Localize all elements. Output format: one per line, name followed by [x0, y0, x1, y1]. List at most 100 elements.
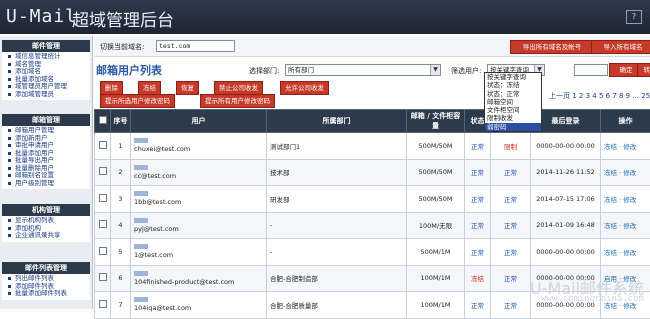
cell-ops[interactable]: 冻结 · 修改	[601, 239, 650, 266]
cell-user: chuxei@test.com	[131, 133, 267, 160]
user-email: pyj@test.com	[134, 225, 179, 233]
cell-dept: 技术部	[267, 159, 407, 186]
cell-limit[interactable]: 正常	[491, 212, 531, 239]
row-checkbox[interactable]	[95, 292, 111, 319]
cell-quota: 100M/1M	[407, 265, 465, 292]
table-row: 4pyj@test.com-100M/无限正常正常2014-01-09 16:4…	[95, 212, 650, 239]
notify-all-pwd-button[interactable]: 提示所有用户修改密码	[200, 94, 275, 108]
cell-dept: 合肥-合肥制造部	[267, 265, 407, 292]
sidebar-item[interactable]: 添加域管理员	[2, 91, 90, 99]
cell-user: 104iqa@test.com	[131, 292, 267, 319]
cell-quota: 500M/50M	[407, 133, 465, 160]
dropdown-option-highlighted[interactable]: 弱密码	[485, 123, 541, 131]
avatar-blur	[134, 218, 148, 223]
import-domains-button[interactable]: 导入所有域名	[591, 40, 650, 54]
cell-ops[interactable]: 冻结 · 修改	[601, 186, 650, 213]
cell-status[interactable]: 正常	[465, 133, 491, 160]
cell-ops[interactable]: 冻结 · 修改	[601, 212, 650, 239]
cell-dept: 合肥-合肥质量部	[267, 292, 407, 319]
cell-no: 2	[111, 159, 131, 186]
sidebar-item[interactable]: 企业通讯录共享	[2, 232, 90, 240]
cell-no: 4	[111, 212, 131, 239]
dropdown-option[interactable]: 限制收发	[485, 114, 541, 122]
dropdown-option[interactable]: 邮箱空间	[485, 98, 541, 106]
col-dept: 所属部门	[267, 110, 407, 133]
cell-status[interactable]: 冻结	[465, 265, 491, 292]
cell-status[interactable]: 正常	[465, 186, 491, 213]
dept-select[interactable]: 所有部门▼	[285, 64, 441, 76]
bullet-icon	[8, 85, 11, 88]
bullet-icon	[8, 137, 11, 140]
forbid-company-mail-button[interactable]: 禁止公司收发	[214, 81, 263, 95]
filter-user-label: 筛选用户:	[451, 66, 481, 76]
cell-limit[interactable]: 正常	[491, 265, 531, 292]
row-checkbox[interactable]	[95, 159, 111, 186]
bullet-icon	[8, 152, 11, 155]
delete-button[interactable]: 删除	[100, 81, 123, 95]
avatar-blur	[134, 297, 148, 302]
user-email: 1@test.com	[134, 251, 173, 259]
cell-last-login: 2014-11-26 11:52	[531, 159, 601, 186]
notify-selected-pwd-button[interactable]: 提示所选用户修改密码	[100, 94, 175, 108]
avatar-blur	[134, 271, 148, 276]
table-row: 1chuxei@test.com测试部门1500M/50M正常限制0000-00…	[95, 133, 650, 160]
avatar-blur	[134, 244, 148, 249]
cell-last-login: 2014-07-15 17:06	[531, 186, 601, 213]
cell-status[interactable]: 正常	[465, 159, 491, 186]
table-row: 2cc@test.com技术部500M/50M正常正常2014-11-26 11…	[95, 159, 650, 186]
restore-button[interactable]: 恢复	[176, 81, 199, 95]
dropdown-option[interactable]: 状态：冻结	[485, 81, 541, 89]
goto-button[interactable]: 转到	[637, 63, 650, 77]
bullet-icon	[8, 234, 11, 237]
prev-page-link[interactable]: 上一页	[549, 92, 572, 100]
bullet-icon	[8, 144, 11, 147]
pager: 上一页 1 2 3 4 5 6 7 8 9 ... 25	[549, 91, 650, 101]
cell-dept: 研发部	[267, 186, 407, 213]
sidebar-section-title: 邮件列表管理	[2, 262, 90, 274]
cell-limit[interactable]: 正常	[491, 239, 531, 266]
row-checkbox[interactable]	[95, 212, 111, 239]
cell-limit[interactable]: 限制	[491, 133, 531, 160]
bullet-icon	[8, 292, 11, 295]
col-no: 序号	[111, 110, 131, 133]
export-domains-button[interactable]: 导出所有域名及帐号	[510, 40, 594, 54]
user-email: 104finished-product@test.com	[134, 278, 234, 286]
allow-company-mail-button[interactable]: 允许公司收发	[280, 81, 329, 95]
cell-last-login: 2014-01-09 16:48	[531, 212, 601, 239]
cell-quota: 100M/无限	[407, 212, 465, 239]
user-email: 1bb@test.com	[134, 198, 181, 206]
cell-no: 7	[111, 292, 131, 319]
col-user: 用户	[131, 110, 267, 133]
freeze-button[interactable]: 冻结	[138, 81, 161, 95]
bullet-icon	[8, 219, 11, 222]
cell-ops[interactable]: 冻结 · 修改	[601, 159, 650, 186]
cell-ops[interactable]: 冻结 · 修改	[601, 133, 650, 160]
user-email: cc@test.com	[134, 172, 176, 180]
row-checkbox[interactable]	[95, 186, 111, 213]
cell-status[interactable]: 正常	[465, 292, 491, 319]
bullet-icon	[8, 277, 11, 280]
cell-last-login: 0000-00-00 00:00	[531, 133, 601, 160]
keyword-input[interactable]	[574, 64, 608, 76]
row-checkbox[interactable]	[95, 239, 111, 266]
select-all-checkbox[interactable]	[95, 110, 111, 133]
watermark-url: www.comingchina.com	[541, 294, 644, 304]
page-links[interactable]: 1 2 3 4 5 6 7 8 9 ... 25	[572, 92, 650, 100]
sidebar-item[interactable]: 用户级别管理	[2, 180, 90, 188]
help-icon[interactable]: ?	[626, 10, 642, 24]
table-row: 31bb@test.com研发部500M/50M正常正常2014-07-15 1…	[95, 186, 650, 213]
dropdown-option[interactable]: 状态：正常	[485, 90, 541, 98]
cell-limit[interactable]: 正常	[491, 292, 531, 319]
sidebar-item[interactable]: 批量添加邮件列表	[2, 290, 90, 298]
row-checkbox[interactable]	[95, 133, 111, 160]
cell-quota: 500M/50M	[407, 186, 465, 213]
cell-last-login: 0000-00-00 00:00	[531, 239, 601, 266]
main-content: 切换当前域名: test.com 导出所有域名及帐号 导入所有域名 邮箱用户列表…	[94, 36, 650, 309]
cell-status[interactable]: 正常	[465, 239, 491, 266]
cell-limit[interactable]: 正常	[491, 159, 531, 186]
row-checkbox[interactable]	[95, 265, 111, 292]
domain-input[interactable]: test.com	[156, 40, 235, 52]
domain-bar: 切换当前域名: test.com 导出所有域名及帐号 导入所有域名	[94, 36, 650, 57]
cell-status[interactable]: 正常	[465, 212, 491, 239]
cell-limit[interactable]: 正常	[491, 186, 531, 213]
